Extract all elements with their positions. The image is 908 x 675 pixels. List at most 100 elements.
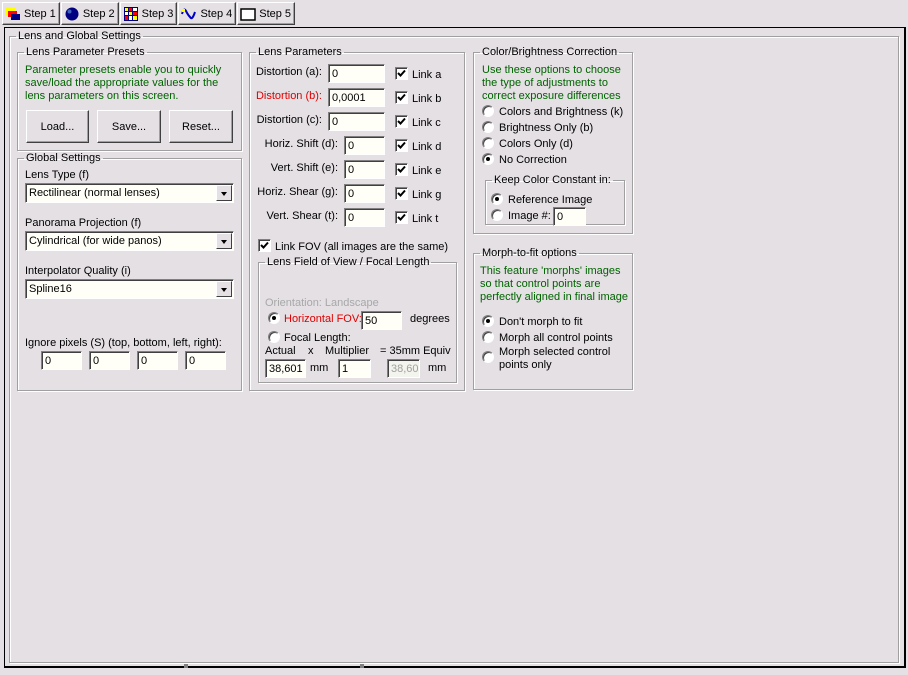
group-title: Lens and Global Settings (18, 30, 141, 42)
image-number-label: Image #: (508, 210, 551, 222)
step2-icon (64, 6, 80, 22)
step1-icon (5, 6, 21, 22)
step-tabs: Step 1 Step 2 Step 3 Step 4 Step 5 (2, 2, 296, 26)
colors-only-label: Colors Only (d) (499, 138, 573, 150)
link-a-label: Link a (412, 69, 442, 81)
hfov-field[interactable]: 50 (361, 311, 402, 330)
ignore-top-field[interactable]: 0 (41, 351, 82, 370)
no-correction-radio[interactable] (482, 153, 494, 165)
actual-label: Actual (265, 345, 296, 357)
projection-label: Panorama Projection (f) (25, 217, 142, 229)
projection-value: Cylindrical (for wide panos) (29, 235, 162, 247)
vert-shear-label: Vert. Shear (t): (266, 210, 338, 222)
vert-shift-field[interactable]: 0 (344, 160, 385, 179)
interpolator-select[interactable]: Spline16 (25, 279, 234, 299)
link-b-checkbox[interactable] (395, 91, 408, 104)
colors-brightness-label: Colors and Brightness (k) (499, 106, 624, 118)
tab-step-1[interactable]: Step 1 (2, 2, 60, 25)
tab-step-3[interactable]: Step 3 (119, 2, 178, 25)
times-label: x (308, 345, 314, 357)
equiv-label: = 35mm Equiv (380, 345, 451, 357)
link-a-checkbox[interactable] (395, 67, 408, 80)
ignore-pixels-label: Ignore pixels (S) (top, bottom, left, ri… (25, 337, 222, 349)
lens-type-select[interactable]: Rectilinear (normal lenses) (25, 183, 234, 203)
link-fov-checkbox[interactable] (258, 239, 271, 252)
link-g-label: Link g (412, 189, 442, 201)
lens-type-value: Rectilinear (normal lenses) (29, 187, 160, 199)
chevron-down-icon[interactable] (216, 185, 232, 201)
dont-morph-label: Don't morph to fit (499, 316, 583, 328)
reference-image-radio[interactable] (491, 193, 503, 205)
focal-length-radio[interactable] (268, 331, 280, 343)
reference-image-label: Reference Image (508, 194, 593, 206)
splitter-handle-left[interactable] (184, 664, 188, 668)
distortion-b-field[interactable]: 0,0001 (328, 88, 385, 107)
link-d-checkbox[interactable] (395, 139, 408, 152)
colors-only-radio[interactable] (482, 137, 494, 149)
image-number-field[interactable]: 0 (553, 207, 586, 226)
save-button[interactable]: Save... (97, 110, 161, 143)
morph-all-radio[interactable] (482, 331, 494, 343)
color-description: Use these options to choose the type of … (482, 64, 621, 102)
link-b-label: Link b (412, 93, 442, 105)
vert-shift-label: Vert. Shift (e): (270, 162, 338, 174)
group-title: Keep Color Constant in: (494, 174, 611, 186)
tab-label: Step 2 (82, 7, 115, 20)
equiv-unit: mm (428, 362, 447, 374)
morph-selected-label: Morph selected control points only (499, 346, 611, 371)
brightness-only-radio[interactable] (482, 121, 494, 133)
ignore-left-field[interactable]: 0 (137, 351, 178, 370)
actual-unit: mm (310, 362, 329, 374)
hfov-radio[interactable] (268, 312, 280, 324)
link-g-checkbox[interactable] (395, 187, 408, 200)
horiz-shift-label: Horiz. Shift (d): (264, 138, 338, 150)
ignore-bottom-field[interactable]: 0 (89, 351, 130, 370)
step4-icon (181, 6, 197, 22)
group-title: Lens Field of View / Focal Length (267, 256, 430, 268)
chevron-down-icon[interactable] (216, 281, 232, 297)
morph-description: This feature 'morphs' images so that con… (480, 265, 628, 303)
actual-focal-field[interactable]: 38,601 (265, 359, 306, 378)
link-c-label: Link c (412, 117, 441, 129)
brightness-only-label: Brightness Only (b) (499, 122, 594, 134)
hfov-label: Horizontal FOV: (284, 313, 362, 325)
group-title: Lens Parameter Presets (26, 46, 145, 58)
main-panel: Lens and Global Settings Lens Parameter … (4, 27, 906, 668)
link-t-label: Link t (412, 213, 439, 225)
step5-icon (240, 6, 256, 22)
chevron-down-icon[interactable] (216, 233, 232, 249)
reset-button[interactable]: Reset... (169, 110, 233, 143)
tab-step-4[interactable]: Step 4 (178, 2, 237, 25)
distortion-c-field[interactable]: 0 (328, 112, 385, 131)
splitter-handle-right[interactable] (360, 664, 364, 668)
interpolator-value: Spline16 (29, 283, 72, 295)
distortion-b-label: Distortion (b): (255, 90, 322, 102)
lens-type-label: Lens Type (f) (25, 169, 89, 181)
morph-selected-radio[interactable] (482, 351, 494, 363)
tab-step-2[interactable]: Step 2 (60, 2, 119, 25)
multiplier-label: Multiplier (325, 345, 370, 357)
no-correction-label: No Correction (499, 154, 567, 166)
link-t-checkbox[interactable] (395, 211, 408, 224)
link-e-checkbox[interactable] (395, 163, 408, 176)
image-number-radio[interactable] (491, 209, 503, 221)
interpolator-label: Interpolator Quality (i) (25, 265, 131, 277)
load-button[interactable]: Load... (26, 110, 89, 143)
horiz-shift-field[interactable]: 0 (344, 136, 385, 155)
presets-description: Parameter presets enable you to quickly … (25, 64, 222, 102)
ignore-right-field[interactable]: 0 (185, 351, 226, 370)
distortion-c-label: Distortion (c): (256, 114, 322, 126)
multiplier-field[interactable]: 1 (338, 359, 371, 378)
dont-morph-radio[interactable] (482, 315, 494, 327)
distortion-a-field[interactable]: 0 (328, 64, 385, 83)
horiz-shear-field[interactable]: 0 (344, 184, 385, 203)
tab-label: Step 5 (259, 7, 292, 20)
step3-icon (123, 6, 139, 22)
projection-select[interactable]: Cylindrical (for wide panos) (25, 231, 234, 251)
link-c-checkbox[interactable] (395, 115, 408, 128)
colors-brightness-radio[interactable] (482, 105, 494, 117)
tab-step-5[interactable]: Step 5 (237, 2, 296, 25)
vert-shear-field[interactable]: 0 (344, 208, 385, 227)
link-fov-label: Link FOV (all images are the same) (275, 241, 449, 253)
distortion-a-label: Distortion (a): (255, 66, 322, 78)
